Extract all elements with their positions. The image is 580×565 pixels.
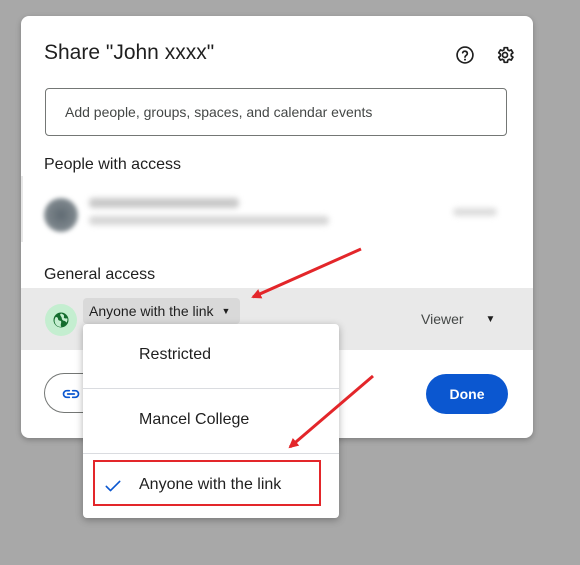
menu-item-restricted[interactable]: Restricted (83, 324, 339, 388)
menu-item-label: Mancel College (139, 411, 250, 428)
help-circle-icon[interactable] (453, 43, 477, 67)
role-value: Viewer (421, 311, 464, 327)
check-icon (103, 476, 123, 501)
blurred-name (89, 198, 239, 208)
general-access-heading: General access (44, 266, 156, 283)
row-edge (21, 176, 23, 242)
role-dropdown[interactable]: Viewer ▼ (421, 311, 495, 327)
avatar (44, 198, 78, 232)
globe-icon (45, 304, 77, 336)
general-access-dropdown[interactable]: Anyone with the link ▼ (83, 298, 241, 324)
menu-item-anyone-with-link[interactable]: Anyone with the link (83, 454, 339, 518)
caret-down-icon: ▼ (221, 306, 231, 316)
add-people-placeholder: Add people, groups, spaces, and calendar… (65, 104, 373, 120)
person-row (21, 176, 533, 246)
blurred-email (89, 216, 329, 225)
done-button[interactable]: Done (426, 374, 508, 414)
menu-item-mancel-college[interactable]: Mancel College (83, 389, 339, 453)
dialog-title: Share "John xxxx" (44, 41, 215, 64)
general-access-value: Anyone with the link (89, 303, 214, 319)
add-people-input[interactable]: Add people, groups, spaces, and calendar… (45, 88, 507, 136)
menu-item-label: Restricted (139, 346, 212, 363)
general-access-menu: Restricted Mancel College Anyone with th… (83, 324, 339, 518)
menu-item-label: Anyone with the link (139, 476, 282, 493)
people-with-access-heading: People with access (44, 156, 181, 173)
gear-icon[interactable] (493, 43, 517, 67)
caret-down-icon: ▼ (485, 313, 496, 325)
link-icon (61, 384, 81, 409)
blurred-role (453, 208, 497, 216)
